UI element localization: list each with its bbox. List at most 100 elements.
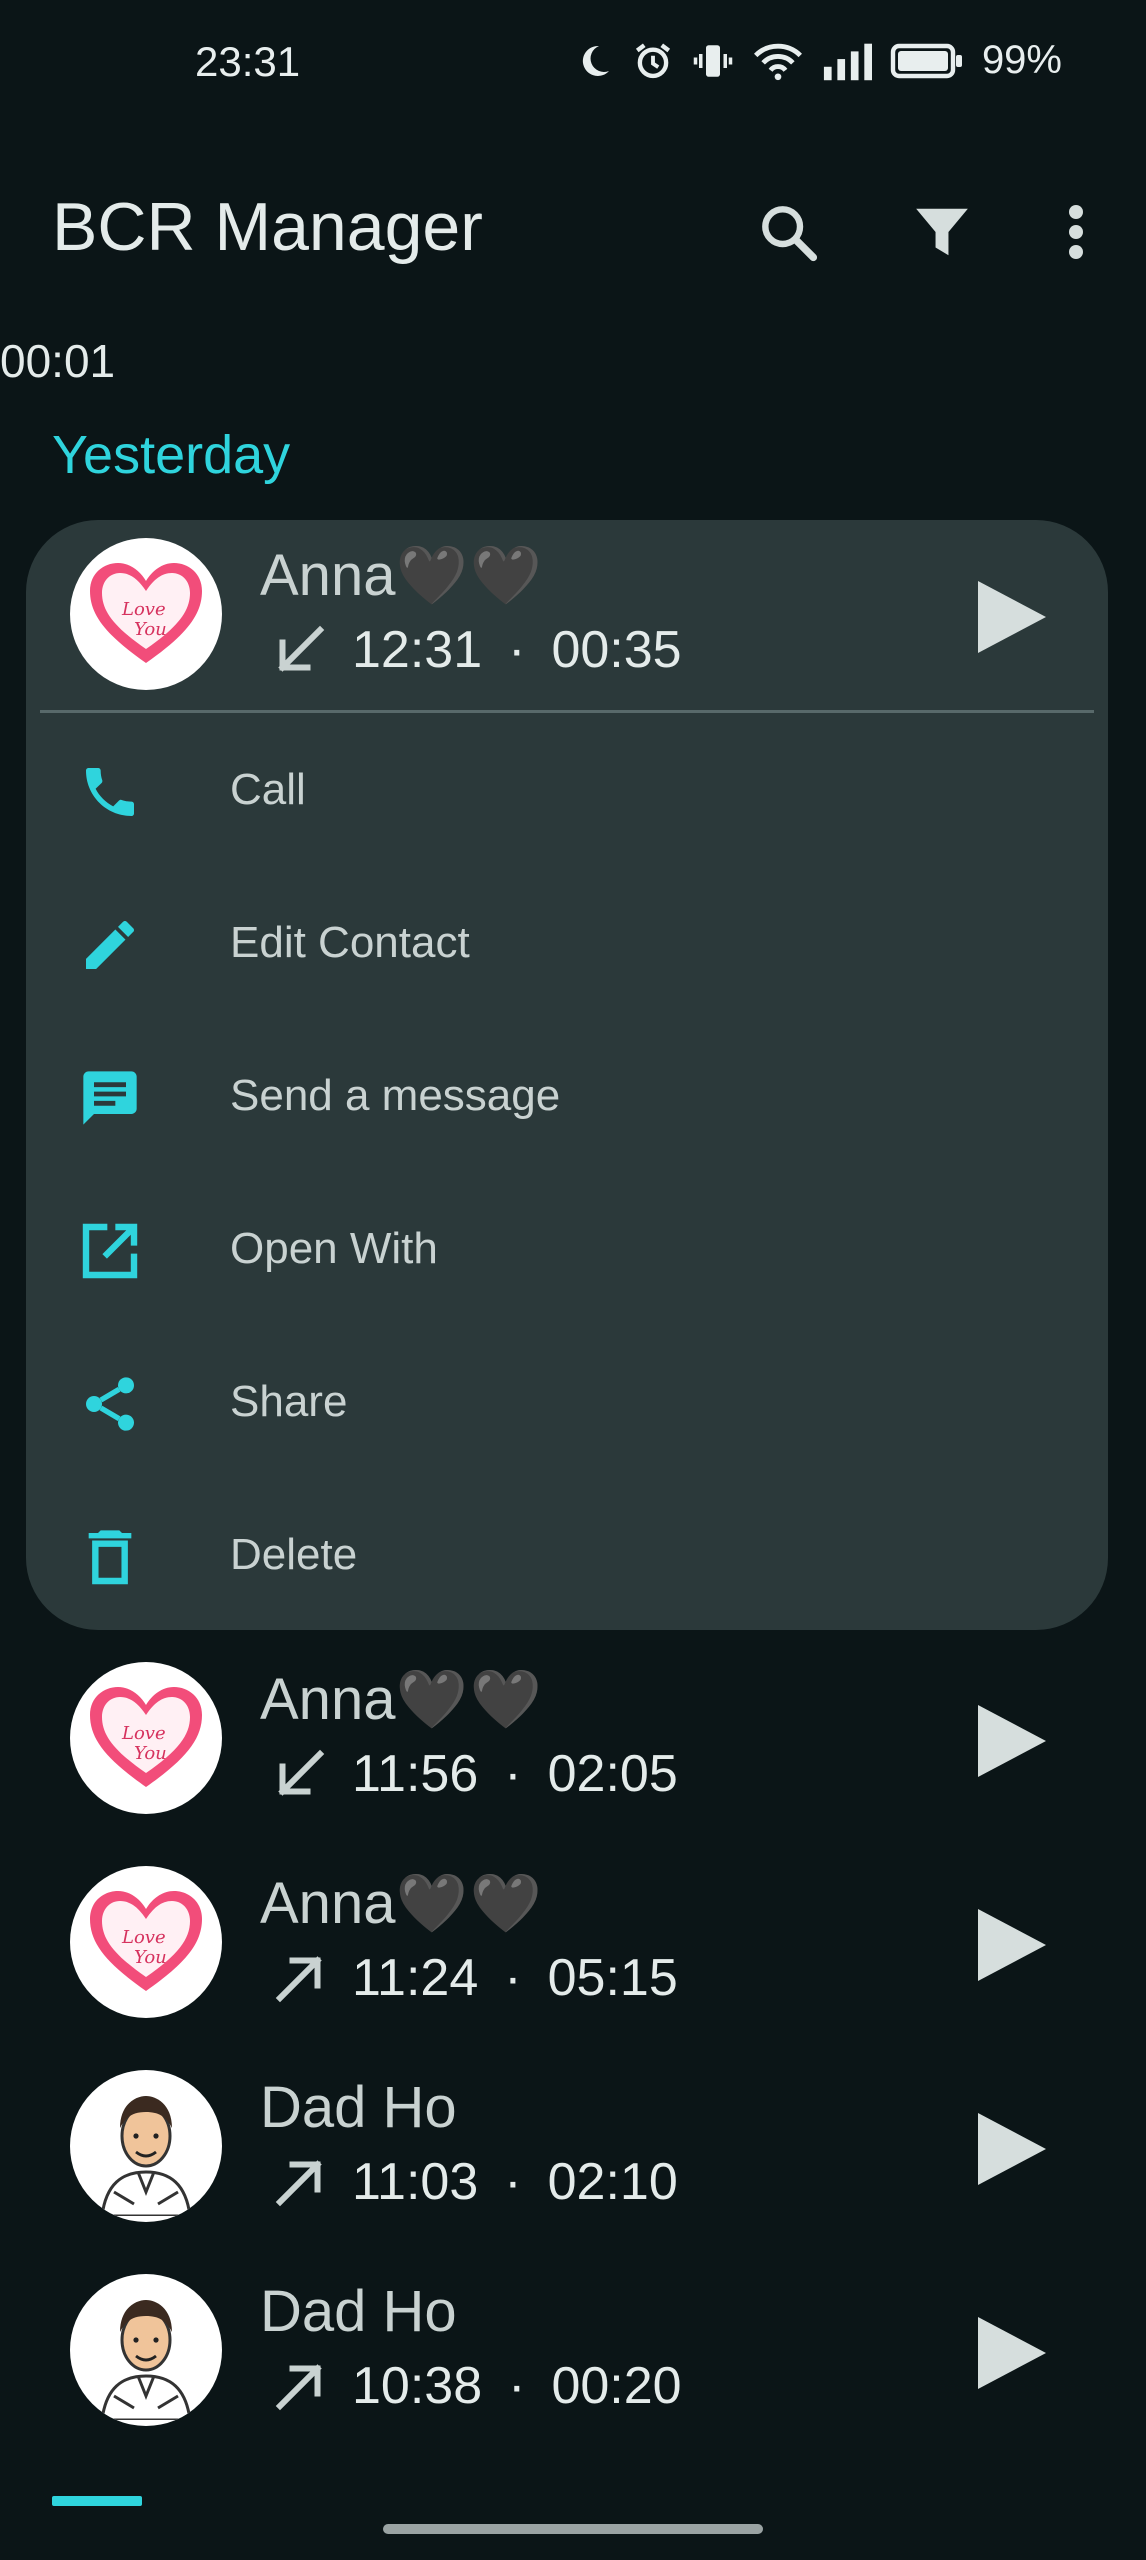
menu-label-send-message: Send a message (230, 1071, 561, 1120)
menu-item-share[interactable]: Share (26, 1329, 1108, 1479)
share-icon (86, 1377, 134, 1431)
outgoing-call-arrow-icon (275, 2364, 322, 2411)
contact-name-text: Anna (260, 1871, 396, 1936)
incoming-call-arrow-icon (278, 1749, 325, 1796)
cartoon-man-avatar[interactable] (70, 2070, 222, 2222)
call-duration: 05:15 (547, 1949, 678, 2007)
call-duration: 02:05 (547, 1745, 678, 1803)
screen: 23:31 99% BCR Manager 00:01 Yesterday Lo… (0, 0, 1146, 2560)
call-meta: 10:38 · 00:20 (270, 2356, 682, 2416)
filter-button[interactable] (902, 192, 982, 272)
more-options-button[interactable] (1036, 192, 1116, 272)
battery-icon (890, 41, 964, 81)
play-button[interactable] (970, 572, 1050, 662)
menu-label-share: Share (230, 1377, 348, 1426)
more-vert-icon (1069, 205, 1083, 259)
search-icon (762, 206, 818, 262)
call-meta: 11:24 · 05:15 (270, 1948, 678, 2008)
contact-name-text: Anna (260, 1667, 396, 1732)
status-bar: 23:31 99% (0, 0, 1146, 130)
open-external-icon (82, 1223, 138, 1279)
play-button[interactable] (970, 1696, 1050, 1786)
contact-name-text: Dad Ho (260, 2075, 457, 2140)
outgoing-call-arrow-icon (275, 2160, 322, 2207)
alarm-icon (632, 40, 674, 82)
play-icon (978, 2317, 1046, 2389)
love-heart-avatar[interactable]: Love You (70, 1662, 222, 1814)
wifi-icon (752, 40, 804, 82)
svg-text:Love: Love (121, 1723, 166, 1744)
call-duration: 02:10 (547, 2153, 678, 2211)
signal-icon (822, 41, 872, 81)
play-icon (978, 2113, 1046, 2185)
menu-item-send-message[interactable]: Send a message (26, 1023, 1108, 1173)
svg-text:Love: Love (121, 1927, 166, 1948)
moon-icon (574, 41, 614, 81)
contact-name: Anna🖤🖤 (260, 542, 544, 610)
call-time: 12:31 (352, 621, 483, 679)
play-button[interactable] (970, 1900, 1050, 1990)
play-button[interactable] (970, 2104, 1050, 2194)
contact-name: Dad Ho (260, 2278, 457, 2345)
call-time: 11:56 (352, 1745, 479, 1803)
trash-icon (88, 1530, 132, 1585)
app-title: BCR Manager (52, 189, 483, 265)
menu-label-delete: Delete (230, 1530, 358, 1579)
contact-name-hearts: 🖤🖤 (395, 543, 544, 608)
menu-label-call: Call (230, 765, 306, 814)
message-icon (83, 1071, 137, 1125)
call-time: 11:24 (352, 1949, 479, 2007)
call-time: 11:03 (352, 2153, 479, 2211)
card-divider (40, 710, 1094, 713)
menu-item-call[interactable]: Call (26, 717, 1108, 867)
menu-item-delete[interactable]: Delete (26, 1482, 1108, 1632)
call-duration: 00:35 (551, 621, 682, 679)
pencil-icon (86, 921, 134, 969)
separator-dot: · (508, 621, 526, 679)
home-indicator[interactable] (383, 2524, 763, 2534)
call-meta: 11:03 · 02:10 (270, 2152, 678, 2212)
svg-text:Love: Love (121, 599, 166, 620)
cartoon-man-avatar[interactable] (70, 2274, 222, 2426)
search-button[interactable] (748, 192, 828, 272)
timestamp-label: 00:01 (0, 335, 116, 387)
separator-dot: · (504, 2153, 522, 2211)
contact-name-text: Dad Ho (260, 2279, 457, 2344)
outgoing-call-arrow-icon (275, 1956, 322, 2003)
svg-text:You: You (134, 619, 167, 640)
menu-item-open-with[interactable]: Open With (26, 1176, 1108, 1326)
contact-name-text: Anna (260, 543, 396, 608)
battery-percent: 99% (981, 38, 1062, 82)
call-meta: 11:56 · 02:05 (270, 1744, 678, 1804)
status-time: 23:31 (195, 38, 301, 85)
separator-dot: · (504, 1949, 522, 2007)
incoming-call-arrow-icon (278, 625, 325, 672)
contact-name-hearts: 🖤🖤 (395, 1667, 544, 1732)
phone-icon (86, 768, 134, 816)
play-icon (978, 1705, 1046, 1777)
contact-name-hearts: 🖤🖤 (395, 1871, 544, 1936)
contact-name: Anna🖤🖤 (260, 1870, 544, 1938)
call-duration: 00:20 (551, 2357, 682, 2415)
menu-label-edit-contact: Edit Contact (230, 918, 470, 967)
contact-name: Anna🖤🖤 (260, 1666, 544, 1734)
play-icon (978, 1909, 1046, 1981)
contact-name: Dad Ho (260, 2074, 457, 2141)
menu-label-open-with: Open With (230, 1224, 438, 1273)
call-meta: 12:31 · 00:35 (270, 620, 682, 680)
vibrate-icon (692, 40, 734, 82)
next-section-header-peek (52, 2496, 142, 2506)
love-heart-avatar[interactable]: Love You (70, 538, 222, 690)
play-button[interactable] (970, 2308, 1050, 2398)
svg-text:You: You (134, 1947, 167, 1968)
filter-icon (916, 208, 968, 256)
expanded-call-card: Love You Anna🖤🖤 12:31 · 00:35 Call Edit C… (26, 520, 1108, 1630)
separator-dot: · (508, 2357, 526, 2415)
separator-dot: · (504, 1745, 522, 1803)
play-icon (978, 581, 1046, 653)
love-heart-avatar[interactable]: Love You (70, 1866, 222, 2018)
menu-item-edit-contact[interactable]: Edit Contact (26, 870, 1108, 1020)
call-time: 10:38 (352, 2357, 483, 2415)
section-header-yesterday: Yesterday (52, 425, 291, 485)
status-icons: 99% (574, 38, 1062, 83)
